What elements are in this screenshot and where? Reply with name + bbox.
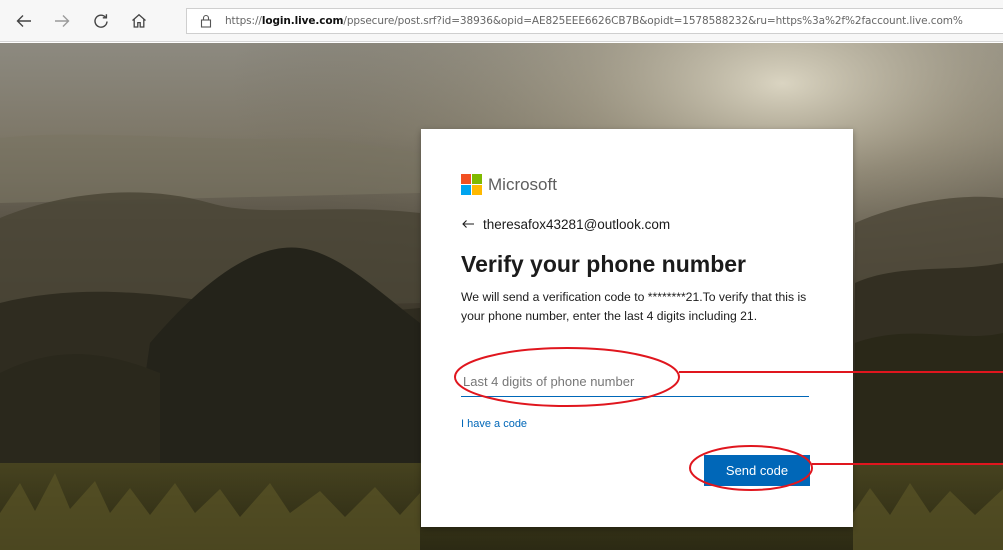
forward-button[interactable]	[50, 9, 74, 33]
back-button[interactable]	[12, 9, 36, 33]
refresh-icon	[94, 14, 108, 28]
logo-yellow-square	[472, 185, 482, 195]
microsoft-brand: Microsoft	[461, 174, 557, 195]
url-path: /ppsecure/post.srf?id=38936&opid=AE825EE…	[343, 15, 963, 27]
signin-card: Microsoft theresafox43281@outlook.com Ve…	[421, 129, 853, 527]
url-text: https://login.live.com/ppsecure/post.srf…	[225, 15, 963, 27]
browser-toolbar: https://login.live.com/ppsecure/post.srf…	[0, 0, 1003, 42]
send-code-button[interactable]: Send code	[704, 455, 810, 486]
page-title: Verify your phone number	[461, 251, 746, 277]
microsoft-logo-icon	[461, 174, 482, 195]
refresh-button[interactable]	[89, 9, 113, 33]
have-code-link[interactable]: I have a code	[461, 418, 527, 430]
address-bar[interactable]: https://login.live.com/ppsecure/post.srf…	[186, 8, 1003, 34]
identity-banner[interactable]: theresafox43281@outlook.com	[461, 216, 670, 232]
account-email: theresafox43281@outlook.com	[483, 216, 671, 232]
last-four-digits-input[interactable]	[461, 367, 809, 397]
home-icon	[132, 13, 146, 28]
verification-description: We will send a verification code to ****…	[461, 290, 807, 323]
back-arrow-icon	[16, 15, 31, 27]
logo-green-square	[472, 174, 482, 184]
home-button[interactable]	[127, 9, 151, 33]
url-host: login.live.com	[261, 15, 344, 27]
logo-red-square	[461, 174, 471, 184]
back-arrow-icon[interactable]	[461, 216, 477, 232]
logo-blue-square	[461, 185, 471, 195]
lock-icon	[195, 9, 217, 33]
forward-arrow-icon	[55, 15, 70, 27]
url-scheme: https://	[225, 15, 262, 27]
brand-name: Microsoft	[488, 174, 557, 194]
